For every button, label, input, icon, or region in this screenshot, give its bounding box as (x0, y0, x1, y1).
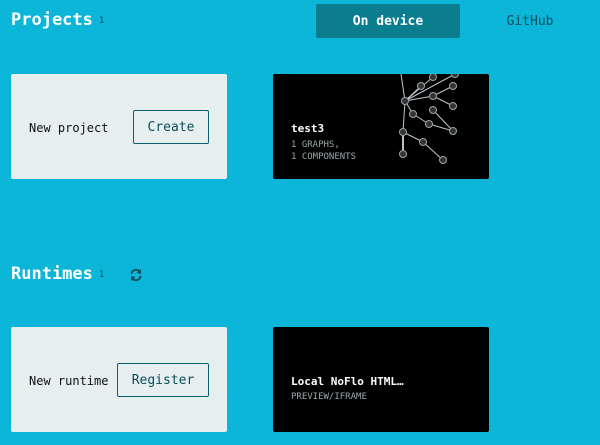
create-button[interactable]: Create (133, 110, 209, 144)
new-runtime-label: New runtime (29, 374, 109, 388)
runtimes-title: Runtimes (11, 264, 93, 284)
projects-title: Projects (11, 10, 93, 30)
tab-github[interactable]: GitHub (458, 4, 600, 38)
runtimes-heading: Runtimes 1 (11, 264, 104, 284)
tab-on-device[interactable]: On device (316, 4, 460, 38)
runtime-name: Local NoFlo HTML… (291, 375, 404, 388)
project-graphs: 1 GRAPHS, (291, 140, 340, 150)
runtimes-count: 1 (98, 270, 105, 280)
new-project-card: New project Create (11, 74, 227, 179)
project-card[interactable]: test3 1 GRAPHS, 1 COMPONENTS (273, 74, 489, 179)
runtime-card[interactable]: Local NoFlo HTML… PREVIEW/IFRAME (273, 327, 489, 432)
projects-heading: Projects 1 (11, 10, 104, 30)
tab-github-label: GitHub (506, 13, 554, 29)
new-runtime-card: New runtime Register (11, 327, 227, 432)
project-name: test3 (291, 122, 325, 135)
runtime-detail: PREVIEW/IFRAME (291, 392, 367, 402)
projects-count: 1 (98, 16, 105, 26)
register-button[interactable]: Register (117, 363, 209, 397)
new-project-label: New project (29, 121, 109, 135)
tab-on-device-label: On device (352, 13, 424, 29)
refresh-icon[interactable] (129, 268, 143, 282)
graph-preview-icon (399, 74, 459, 164)
project-components: 1 COMPONENTS (291, 152, 357, 162)
